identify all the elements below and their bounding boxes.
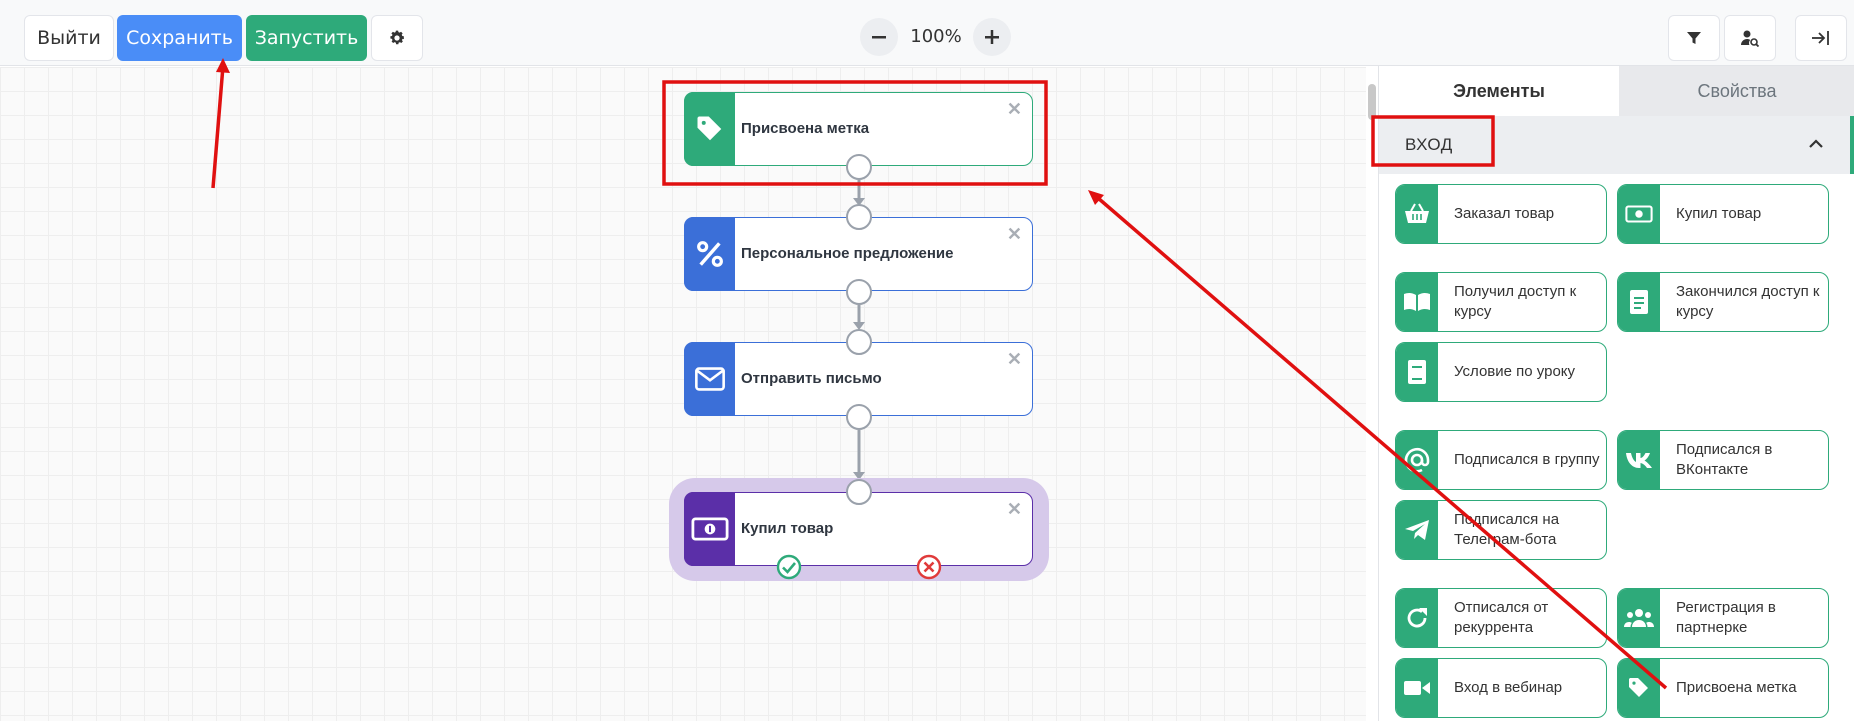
success-branch-icon[interactable] [776, 554, 802, 580]
element-unsubscribed-recurrent[interactable]: Отписался от рекуррента [1395, 588, 1607, 648]
node-output-port[interactable] [846, 404, 872, 430]
book-open-icon [1404, 292, 1430, 311]
close-icon[interactable]: ✕ [1007, 499, 1022, 520]
book-icon [1408, 360, 1426, 384]
basket-icon [1405, 203, 1429, 223]
node-icon-box [684, 217, 735, 291]
zoom-level: 100% [910, 26, 962, 47]
node-input-port[interactable] [846, 329, 872, 355]
video-icon [1404, 681, 1430, 695]
arrow-to-right-icon [1812, 31, 1829, 45]
element-webinar-entry[interactable]: Вход в вебинар [1395, 658, 1607, 718]
refresh-icon [1407, 608, 1427, 628]
section-title: ВХОД [1405, 135, 1453, 154]
banknote-icon [691, 517, 728, 541]
element-got-course-access[interactable]: Получил доступ к курсу [1395, 272, 1607, 332]
element-label: Вход в вебинар [1454, 679, 1563, 696]
element-label: Заказал товар [1454, 205, 1555, 222]
node-input-port[interactable] [846, 204, 872, 230]
element-label: Присвоена метка [1676, 679, 1797, 696]
filter-icon [1687, 32, 1701, 44]
filter-button[interactable] [1668, 15, 1720, 61]
node-output-port[interactable] [846, 279, 872, 305]
collapse-panel-button[interactable] [1795, 15, 1847, 61]
exit-button[interactable]: Выйти [24, 15, 114, 61]
plus-icon [985, 30, 999, 44]
canvas-scrollbar[interactable] [1368, 84, 1376, 120]
chevron-up-icon [1809, 139, 1823, 148]
flow-canvas[interactable] [0, 67, 1366, 721]
element-course-access-ended[interactable]: Закончился доступ к курсу [1617, 272, 1829, 332]
node-icon-box [684, 342, 735, 416]
tag-icon [697, 116, 721, 141]
element-label: Отписался от рекуррента [1454, 599, 1549, 636]
element-label: Закончился доступ к курсу [1676, 283, 1820, 320]
close-icon[interactable]: ✕ [1007, 349, 1022, 370]
element-lesson-condition[interactable]: Условие по уроку [1395, 342, 1607, 402]
close-icon[interactable]: ✕ [1007, 224, 1022, 245]
element-label: Регистрация в партнерке [1676, 599, 1776, 636]
tag-icon [1629, 678, 1648, 697]
node-label: Персональное предложение [741, 245, 954, 262]
envelope-icon [694, 367, 725, 391]
document-icon [1630, 290, 1648, 314]
failure-branch-icon[interactable] [916, 554, 942, 580]
at-icon [1404, 447, 1430, 473]
elements-panel: Элементы Свойства ВХОД Заказал товар Куп… [1378, 66, 1854, 721]
element-subscribed-telegram[interactable]: Подписался на Телеграм-бота [1395, 500, 1607, 560]
node-icon-box [684, 492, 735, 566]
element-label: Подписался на Телеграм-бота [1454, 511, 1560, 548]
element-bought-product[interactable]: Купил товар [1617, 184, 1829, 244]
section-header-entry[interactable]: ВХОД [1379, 116, 1854, 174]
element-label: Подписался в ВКонтакте [1676, 441, 1773, 478]
node-output-port[interactable] [846, 154, 872, 180]
save-button[interactable]: Сохранить [117, 15, 242, 61]
telegram-icon [1405, 520, 1429, 540]
banknote-icon [1625, 205, 1653, 223]
node-icon-box [684, 92, 735, 166]
gear-icon [390, 30, 405, 45]
vk-icon [1626, 453, 1652, 468]
tab-properties[interactable]: Свойства [1619, 66, 1854, 116]
element-partner-registration[interactable]: Регистрация в партнерке [1617, 588, 1829, 648]
percent-icon [696, 241, 723, 267]
settings-button[interactable] [371, 15, 423, 61]
element-label: Подписался в группу [1454, 451, 1600, 468]
zoom-out-button[interactable] [860, 18, 898, 56]
zoom-in-button[interactable] [973, 18, 1011, 56]
user-search-button[interactable] [1724, 15, 1776, 61]
node-input-port[interactable] [846, 479, 872, 505]
users-icon [1624, 609, 1654, 627]
element-subscribed-vk[interactable]: Подписался в ВКонтакте [1617, 430, 1829, 490]
element-tag-assigned[interactable]: Присвоена метка [1617, 658, 1829, 718]
node-label: Присвоена метка [741, 120, 870, 137]
element-label: Получил доступ к курсу [1454, 283, 1577, 320]
tab-elements[interactable]: Элементы [1379, 66, 1619, 116]
minus-icon [872, 36, 886, 39]
element-ordered-product[interactable]: Заказал товар [1395, 184, 1607, 244]
element-label: Купил товар [1676, 205, 1762, 222]
element-label: Условие по уроку [1454, 363, 1576, 380]
run-button[interactable]: Запустить [246, 15, 367, 61]
element-subscribed-group[interactable]: Подписался в группу [1395, 430, 1607, 490]
user-search-icon [1741, 30, 1760, 47]
close-icon[interactable]: ✕ [1007, 99, 1022, 120]
section-accent-bar [1850, 116, 1854, 174]
top-toolbar: Выйти Сохранить Запустить 100% [0, 0, 1854, 66]
